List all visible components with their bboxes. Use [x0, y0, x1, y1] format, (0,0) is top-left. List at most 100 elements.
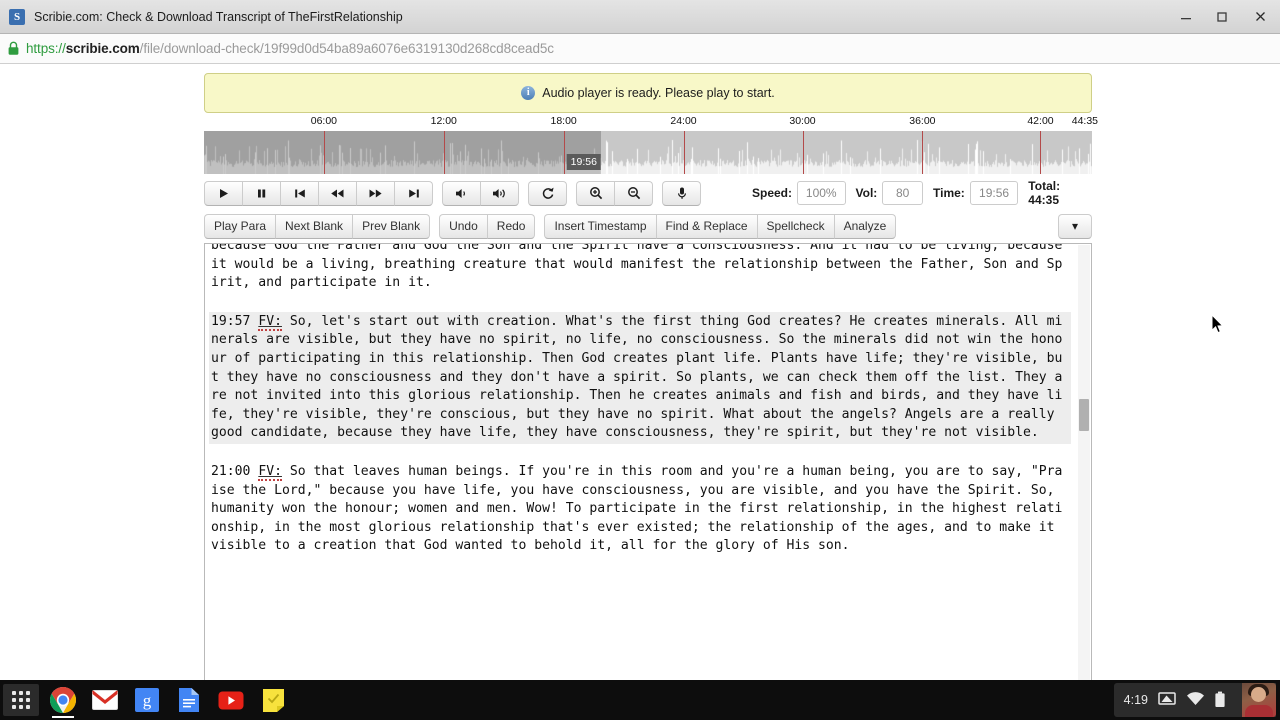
google-search-icon[interactable]: g [126, 680, 168, 720]
toolbar-next-blank-button[interactable]: Next Blank [275, 213, 354, 239]
transcript-editor[interactable]: because God the Father and God the Son a… [204, 243, 1092, 689]
site-favicon: S [9, 8, 25, 25]
timeline-tick: 42:00 [1027, 115, 1054, 127]
time-label: Time: [933, 186, 965, 200]
transcript-paragraph[interactable]: because God the Father and God the Son a… [209, 244, 1071, 294]
timeline-tick: 30:00 [789, 115, 816, 127]
battery-icon[interactable] [1214, 691, 1232, 709]
navigation-button-group: Play Para Next Blank Prev Blank [204, 213, 431, 239]
user-avatar[interactable] [1242, 683, 1276, 717]
volume-input[interactable]: 80 [882, 181, 924, 205]
svg-text:g: g [143, 691, 152, 710]
url-text: https://scribie.com/file/download-check/… [26, 41, 554, 56]
transcript-scrollbar-thumb[interactable] [1079, 399, 1089, 431]
google-docs-icon[interactable] [168, 680, 210, 720]
transcript-paragraph[interactable]: 19:57 FV: So, let's start out with creat… [209, 311, 1071, 444]
tools-button-group: Insert Timestamp Find & Replace Spellcheck… [544, 213, 897, 239]
toolbar-insert-timestamp-button[interactable]: Insert Timestamp [544, 213, 657, 239]
skip-forward-button[interactable] [394, 180, 433, 206]
playhead-position-label[interactable]: 19:56 [566, 154, 601, 170]
system-taskbar: g 4:19 [0, 680, 1280, 720]
transcript-paragraph[interactable]: 21:00 FV: So that leaves human beings. I… [209, 462, 1071, 557]
clock[interactable]: 4:19 [1124, 693, 1148, 707]
pause-button[interactable] [242, 180, 281, 206]
transcript-scrollbar[interactable] [1078, 245, 1090, 687]
zoom-button-group [576, 180, 653, 206]
toolbar-prev-blank-button[interactable]: Prev Blank [352, 213, 431, 239]
timeline-tick: 12:00 [430, 115, 457, 127]
toolbar-redo-button[interactable]: Redo [486, 213, 536, 239]
timeline-tick: 06:00 [310, 115, 338, 127]
loop-button[interactable] [528, 180, 567, 206]
transport-button-group [204, 180, 433, 206]
waveform-display[interactable]: 19:56 [204, 131, 1092, 174]
timeline-marker [922, 131, 924, 174]
speed-input[interactable]: 100% [797, 181, 846, 205]
volume-down-button[interactable] [442, 180, 481, 206]
system-tray[interactable]: 4:19 [1113, 683, 1276, 717]
url-path: /file/download-check/19f99d0d54ba89a6076… [139, 41, 554, 56]
zoom-in-button[interactable] [576, 180, 615, 206]
timeline-marker [443, 131, 445, 174]
maximize-button[interactable] [1204, 0, 1240, 34]
timeline-tick: 36:00 [909, 115, 936, 127]
time-input[interactable]: 19:56 [969, 181, 1019, 205]
toolbar-undo-button[interactable]: Undo [439, 213, 488, 239]
loop-button-group [528, 180, 567, 206]
toolbar-play-para-button[interactable]: Play Para [204, 213, 277, 239]
transcript-scroll-content[interactable]: because God the Father and God the Son a… [205, 244, 1077, 688]
display-icon[interactable] [1158, 691, 1176, 709]
mouse-cursor [1211, 313, 1225, 335]
volume-button-group [442, 180, 519, 206]
timeline-marker [683, 131, 685, 174]
timeline-tick: 24:00 [670, 115, 697, 127]
audio-status-alert: i Audio player is ready. Please play to … [204, 73, 1092, 113]
lock-icon [7, 41, 20, 56]
keep-icon[interactable] [252, 680, 294, 720]
fast-forward-button[interactable] [356, 180, 395, 206]
toolbar-spellcheck-button[interactable]: Spellcheck [756, 213, 835, 239]
paragraph-speaker[interactable]: FV: [258, 313, 282, 331]
zoom-out-button[interactable] [614, 180, 653, 206]
address-bar[interactable]: https://scribie.com/file/download-check/… [0, 34, 1280, 64]
timeline-marker [802, 131, 804, 174]
paragraph-speaker[interactable]: FV: [258, 463, 282, 481]
total-duration-text: Total: 44:35 [1028, 179, 1061, 207]
gmail-icon[interactable] [84, 680, 126, 720]
microphone-button-group [662, 180, 701, 206]
play-button[interactable] [204, 180, 243, 206]
toolbar-find-replace-button[interactable]: Find & Replace [655, 213, 758, 239]
paragraph-timestamp[interactable]: 21:00 [211, 464, 258, 479]
alert-message: Audio player is ready. Please play to st… [542, 86, 775, 100]
player-control-bar: Speed: 100% Vol: 80 Time: 19:56 Total: 4… [204, 178, 1092, 208]
player-meters: Speed: 100% Vol: 80 Time: 19:56 Total: 4… [752, 179, 1092, 207]
waveform-played-region [204, 131, 601, 174]
editor-toolbar: Play Para Next Blank Prev Blank Undo Redo I… [204, 211, 1092, 241]
volume-up-button[interactable] [480, 180, 519, 206]
info-icon: i [521, 86, 536, 100]
vol-label: Vol: [855, 186, 878, 200]
timeline-marker [323, 131, 325, 174]
window-controls [1168, 0, 1280, 34]
url-host: scribie.com [65, 41, 140, 56]
timeline-tick: 44:35 [1071, 115, 1099, 127]
timeline-marker [563, 131, 565, 174]
chevron-down-icon[interactable]: ▾ [1058, 213, 1092, 239]
paragraph-timestamp[interactable]: 19:57 [211, 314, 258, 329]
skip-back-button[interactable] [280, 180, 319, 206]
toolbar-analyze-button[interactable]: Analyze [833, 213, 897, 239]
browser-title-bar: S Scribie.com: Check & Download Transcri… [0, 0, 1280, 34]
close-button[interactable] [1240, 0, 1280, 34]
youtube-icon[interactable] [210, 680, 252, 720]
microphone-button[interactable] [662, 180, 701, 206]
history-button-group: Undo Redo [439, 213, 536, 239]
minimize-button[interactable] [1168, 0, 1204, 34]
apps-grid-icon[interactable] [0, 680, 42, 720]
timeline-tick: 18:00 [550, 115, 577, 127]
rewind-button[interactable] [318, 180, 357, 206]
chrome-icon[interactable] [42, 680, 84, 720]
url-scheme: https:// [26, 41, 66, 56]
wifi-icon[interactable] [1186, 691, 1204, 709]
window-title: Scribie.com: Check & Download Transcript… [34, 9, 403, 24]
audio-waveform-panel[interactable]: 06:00 12:00 18:00 24:00 30:00 36:00 42:00 44:35… [204, 115, 1098, 174]
